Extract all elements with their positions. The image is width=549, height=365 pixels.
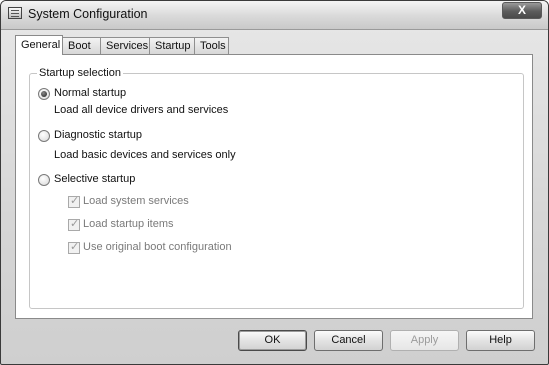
- general-tab-panel: Startup selection Normal startup Load al…: [15, 54, 533, 319]
- startup-selection-label: Startup selection: [37, 67, 123, 79]
- tab-general[interactable]: General: [15, 35, 63, 55]
- tab-startup[interactable]: Startup: [149, 37, 195, 54]
- checkbox-indicator[interactable]: [68, 194, 80, 208]
- tab-tools[interactable]: Tools: [194, 37, 229, 54]
- load-startup-items-label: Load startup items: [83, 218, 174, 230]
- radio-indicator[interactable]: [38, 174, 50, 186]
- selective-startup-label: Selective startup: [54, 173, 136, 185]
- diagnostic-startup-label: Diagnostic startup: [54, 129, 143, 141]
- tab-services[interactable]: Services: [100, 37, 150, 54]
- cancel-button[interactable]: Cancel: [314, 330, 383, 351]
- ok-button[interactable]: OK: [238, 330, 307, 351]
- system-configuration-window: System Configuration X General Boot Serv…: [0, 0, 549, 365]
- diagnostic-startup-description: Load basic devices and services only: [54, 149, 236, 161]
- checkbox-indicator[interactable]: [68, 217, 80, 231]
- close-icon: X: [517, 3, 526, 17]
- close-button[interactable]: X: [502, 2, 542, 19]
- system-configuration-icon: [8, 7, 22, 19]
- checkbox-indicator[interactable]: [68, 240, 80, 254]
- normal-startup-description: Load all device drivers and services: [54, 104, 229, 116]
- window-title: System Configuration: [28, 7, 148, 21]
- normal-startup-label: Normal startup: [54, 87, 127, 99]
- apply-button[interactable]: Apply: [390, 330, 459, 351]
- title-bar[interactable]: System Configuration X: [1, 1, 548, 30]
- radio-indicator[interactable]: [38, 88, 50, 100]
- tab-boot[interactable]: Boot: [62, 37, 101, 54]
- use-original-boot-configuration-label: Use original boot configuration: [83, 241, 232, 253]
- radio-indicator[interactable]: [38, 130, 50, 142]
- startup-selection-group: Startup selection Normal startup Load al…: [29, 67, 524, 309]
- help-button[interactable]: Help: [466, 330, 535, 351]
- load-system-services-label: Load system services: [83, 195, 189, 207]
